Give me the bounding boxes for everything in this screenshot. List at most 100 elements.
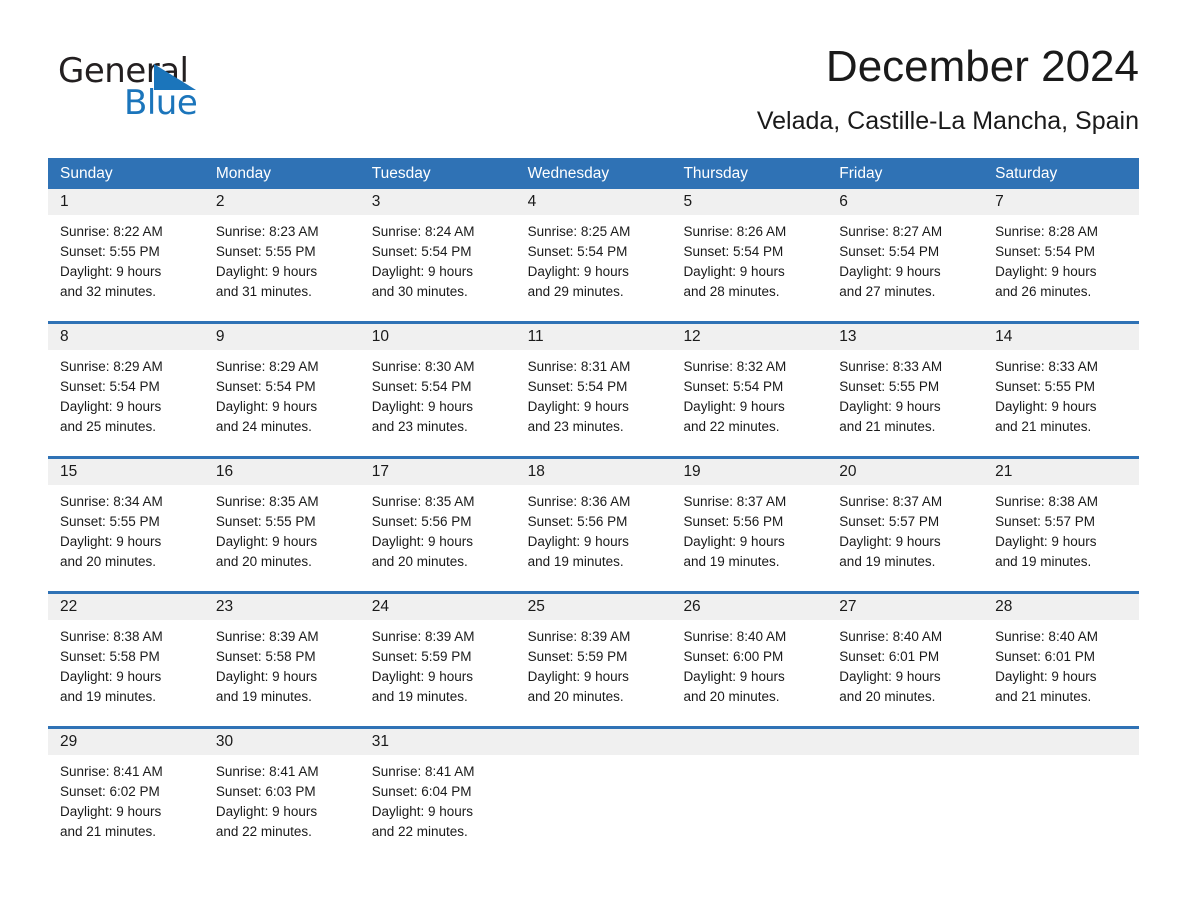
sunrise-text: Sunrise: 8:38 AM <box>995 494 1098 509</box>
week-row: 8 Sunrise: 8:29 AM Sunset: 5:54 PM Dayli… <box>48 321 1140 444</box>
sunrise-text: Sunrise: 8:41 AM <box>371 764 475 779</box>
sunrise-text: Sunrise: 8:25 AM <box>527 224 631 239</box>
day-number: 8 <box>48 324 204 350</box>
day-cell[interactable]: 1 Sunrise: 8:22 AM Sunset: 5:55 PM Dayli… <box>48 189 204 309</box>
sunrise-text: Sunrise: 8:33 AM <box>839 359 943 374</box>
day-cell[interactable]: 21 Sunrise: 8:38 AM Sunset: 5:57 PM Dayl… <box>983 459 1140 579</box>
sunset-text: Sunset: 5:54 PM <box>60 379 160 394</box>
day-cell[interactable]: 7 Sunrise: 8:28 AM Sunset: 5:54 PM Dayli… <box>983 189 1140 309</box>
daylight-text-line2: and 21 minutes. <box>839 419 936 434</box>
day-number: 17 <box>359 459 516 485</box>
day-details: Sunrise: 8:25 AM Sunset: 5:54 PM Dayligh… <box>516 215 672 302</box>
day-cell[interactable]: 15 Sunrise: 8:34 AM Sunset: 5:55 PM Dayl… <box>48 459 204 579</box>
day-number: 24 <box>359 594 516 620</box>
sunset-text: Sunset: 5:55 PM <box>215 244 316 259</box>
daylight-text-line2: and 23 minutes. <box>371 419 468 434</box>
daylight-text-line1: Daylight: 9 hours <box>527 669 629 684</box>
day-cell[interactable]: 9 Sunrise: 8:29 AM Sunset: 5:54 PM Dayli… <box>203 324 360 444</box>
day-cell-empty <box>515 729 672 849</box>
daylight-text-line1: Daylight: 9 hours <box>215 804 318 819</box>
day-details: Sunrise: 8:32 AM Sunset: 5:54 PM Dayligh… <box>671 350 827 437</box>
sunset-text: Sunset: 6:00 PM <box>683 649 784 664</box>
sunset-text: Sunset: 5:57 PM <box>995 514 1095 529</box>
day-details: Sunrise: 8:35 AM Sunset: 5:56 PM Dayligh… <box>360 485 516 572</box>
day-cell[interactable]: 13 Sunrise: 8:33 AM Sunset: 5:55 PM Dayl… <box>827 324 984 444</box>
day-cell[interactable]: 2 Sunrise: 8:23 AM Sunset: 5:55 PM Dayli… <box>203 189 360 309</box>
daylight-text-line1: Daylight: 9 hours <box>371 804 474 819</box>
day-cell[interactable]: 30 Sunrise: 8:41 AM Sunset: 6:03 PM Dayl… <box>203 729 360 849</box>
sunset-text: Sunset: 5:58 PM <box>215 649 316 664</box>
daylight-text-line1: Daylight: 9 hours <box>995 534 1097 549</box>
day-cell[interactable]: 25 Sunrise: 8:39 AM Sunset: 5:59 PM Dayl… <box>515 594 672 714</box>
sunrise-text: Sunrise: 8:37 AM <box>839 494 943 509</box>
day-cell[interactable]: 6 Sunrise: 8:27 AM Sunset: 5:54 PM Dayli… <box>827 189 984 309</box>
day-details: Sunrise: 8:36 AM Sunset: 5:56 PM Dayligh… <box>516 485 672 572</box>
sunrise-text: Sunrise: 8:36 AM <box>527 494 631 509</box>
daylight-text-line1: Daylight: 9 hours <box>371 264 474 279</box>
daylight-text-line1: Daylight: 9 hours <box>839 534 941 549</box>
day-number: 6 <box>827 189 984 215</box>
day-cell[interactable]: 12 Sunrise: 8:32 AM Sunset: 5:54 PM Dayl… <box>671 324 828 444</box>
daylight-text-line1: Daylight: 9 hours <box>839 264 941 279</box>
day-number <box>827 729 984 755</box>
day-cell[interactable]: 29 Sunrise: 8:41 AM Sunset: 6:02 PM Dayl… <box>48 729 204 849</box>
day-cell[interactable]: 17 Sunrise: 8:35 AM Sunset: 5:56 PM Dayl… <box>359 459 516 579</box>
day-number: 22 <box>48 594 204 620</box>
day-cell[interactable]: 20 Sunrise: 8:37 AM Sunset: 5:57 PM Dayl… <box>827 459 984 579</box>
daylight-text-line2: and 22 minutes. <box>215 824 312 839</box>
daylight-text-line1: Daylight: 9 hours <box>995 264 1097 279</box>
daylight-text-line1: Daylight: 9 hours <box>683 669 785 684</box>
general-blue-logo[interactable]: General Blue <box>58 52 218 127</box>
day-details: Sunrise: 8:24 AM Sunset: 5:54 PM Dayligh… <box>360 215 516 302</box>
day-cell-empty <box>983 729 1140 849</box>
page-header: General Blue December 2024 Velada, Casti… <box>48 40 1139 150</box>
day-details: Sunrise: 8:39 AM Sunset: 5:59 PM Dayligh… <box>516 620 672 707</box>
sunset-text: Sunset: 5:56 PM <box>527 514 628 529</box>
day-cell[interactable]: 31 Sunrise: 8:41 AM Sunset: 6:04 PM Dayl… <box>359 729 516 849</box>
daylight-text-line2: and 25 minutes. <box>60 419 157 434</box>
day-cell[interactable]: 3 Sunrise: 8:24 AM Sunset: 5:54 PM Dayli… <box>359 189 516 309</box>
daylight-text-line2: and 24 minutes. <box>215 419 312 434</box>
day-cell[interactable]: 16 Sunrise: 8:35 AM Sunset: 5:55 PM Dayl… <box>203 459 360 579</box>
day-cell[interactable]: 22 Sunrise: 8:38 AM Sunset: 5:58 PM Dayl… <box>48 594 204 714</box>
daylight-text-line2: and 20 minutes. <box>683 689 780 704</box>
daylight-text-line1: Daylight: 9 hours <box>215 534 318 549</box>
calendar-grid: Sunday Monday Tuesday Wednesday Thursday… <box>48 158 1140 849</box>
day-cell[interactable]: 14 Sunrise: 8:33 AM Sunset: 5:55 PM Dayl… <box>983 324 1140 444</box>
sunrise-text: Sunrise: 8:34 AM <box>60 494 163 509</box>
logo-text-blue: Blue <box>124 83 198 123</box>
day-cell[interactable]: 18 Sunrise: 8:36 AM Sunset: 5:56 PM Dayl… <box>515 459 672 579</box>
daylight-text-line1: Daylight: 9 hours <box>839 399 941 414</box>
day-number: 3 <box>359 189 516 215</box>
daylight-text-line1: Daylight: 9 hours <box>683 399 785 414</box>
day-cell[interactable]: 8 Sunrise: 8:29 AM Sunset: 5:54 PM Dayli… <box>48 324 204 444</box>
weekday-header-saturday: Saturday <box>995 165 1058 182</box>
day-number: 4 <box>515 189 672 215</box>
day-number <box>671 729 828 755</box>
day-cell[interactable]: 28 Sunrise: 8:40 AM Sunset: 6:01 PM Dayl… <box>983 594 1140 714</box>
day-details: Sunrise: 8:41 AM Sunset: 6:03 PM Dayligh… <box>204 755 360 842</box>
day-cell-empty <box>671 729 828 849</box>
day-cell[interactable]: 10 Sunrise: 8:30 AM Sunset: 5:54 PM Dayl… <box>359 324 516 444</box>
day-details: Sunrise: 8:26 AM Sunset: 5:54 PM Dayligh… <box>671 215 827 302</box>
day-cell[interactable]: 19 Sunrise: 8:37 AM Sunset: 5:56 PM Dayl… <box>671 459 828 579</box>
daylight-text-line2: and 27 minutes. <box>839 284 936 299</box>
daylight-text-line1: Daylight: 9 hours <box>60 399 162 414</box>
sunset-text: Sunset: 6:04 PM <box>371 784 472 799</box>
day-cell[interactable]: 24 Sunrise: 8:39 AM Sunset: 5:59 PM Dayl… <box>359 594 516 714</box>
sunrise-text: Sunrise: 8:24 AM <box>371 224 475 239</box>
day-number: 11 <box>515 324 672 350</box>
day-cell[interactable]: 27 Sunrise: 8:40 AM Sunset: 6:01 PM Dayl… <box>827 594 984 714</box>
day-details: Sunrise: 8:35 AM Sunset: 5:55 PM Dayligh… <box>204 485 360 572</box>
day-number: 29 <box>48 729 204 755</box>
daylight-text-line1: Daylight: 9 hours <box>215 399 318 414</box>
day-cell[interactable]: 5 Sunrise: 8:26 AM Sunset: 5:54 PM Dayli… <box>671 189 828 309</box>
day-cell[interactable]: 23 Sunrise: 8:39 AM Sunset: 5:58 PM Dayl… <box>203 594 360 714</box>
day-cell[interactable]: 11 Sunrise: 8:31 AM Sunset: 5:54 PM Dayl… <box>515 324 672 444</box>
day-cell[interactable]: 4 Sunrise: 8:25 AM Sunset: 5:54 PM Dayli… <box>515 189 672 309</box>
day-cell[interactable]: 26 Sunrise: 8:40 AM Sunset: 6:00 PM Dayl… <box>671 594 828 714</box>
daylight-text-line1: Daylight: 9 hours <box>215 264 318 279</box>
day-number: 5 <box>671 189 828 215</box>
day-details: Sunrise: 8:34 AM Sunset: 5:55 PM Dayligh… <box>48 485 204 572</box>
day-details: Sunrise: 8:38 AM Sunset: 5:57 PM Dayligh… <box>983 485 1139 572</box>
